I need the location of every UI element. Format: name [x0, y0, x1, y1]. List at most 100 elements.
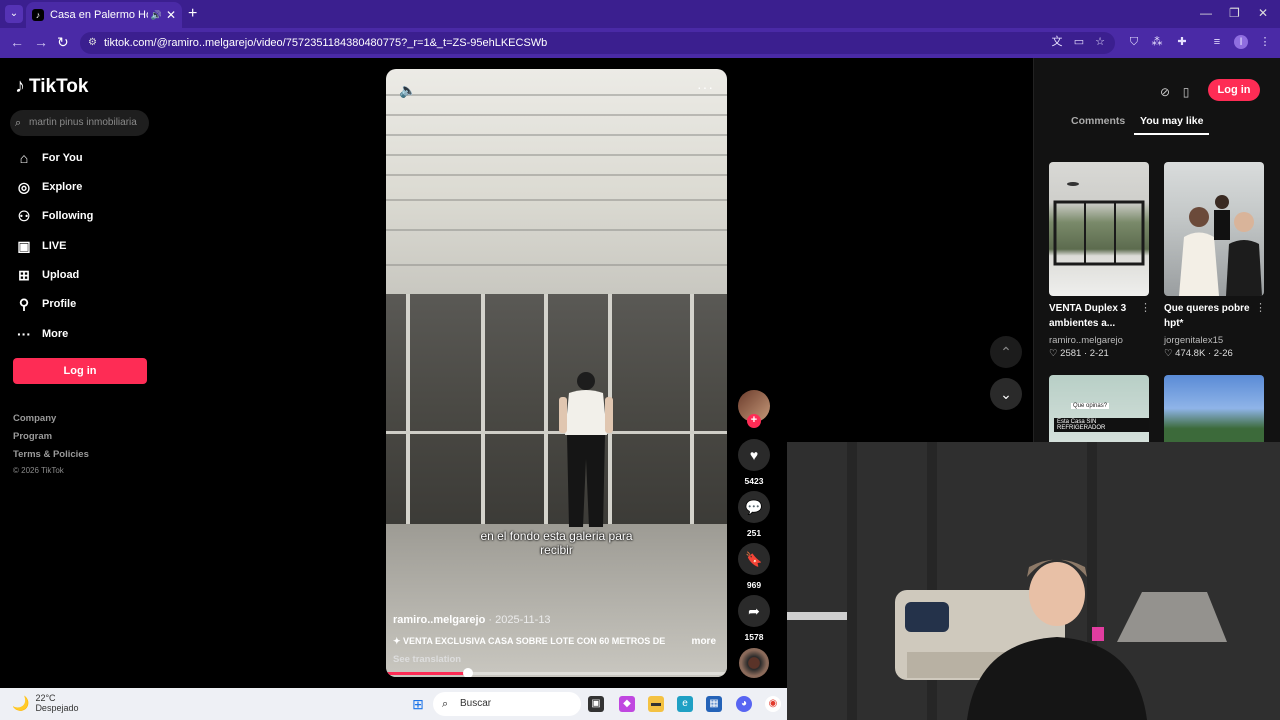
forward-icon[interactable]: → [34, 34, 48, 50]
search-icon: ⌕ [15, 117, 22, 129]
heart-outline-icon: ♡ [1049, 348, 1058, 359]
video-progress-fill [386, 672, 468, 675]
comment-button[interactable]: 💬 [738, 491, 770, 523]
save-button[interactable]: 🔖 [738, 543, 770, 575]
panel-login-button[interactable]: Log in [1208, 79, 1260, 101]
card-menu-icon[interactable]: ⋮ [1255, 301, 1266, 314]
video-author-line: ramiro..melgarejo · 2025-11-13 [393, 614, 551, 626]
see-translation-link[interactable]: See translation [393, 654, 461, 665]
browser-tab[interactable]: ♪ Casa en Palermo Hollywood 🔊 ✕ [26, 2, 182, 28]
tab-close-icon[interactable]: ✕ [166, 8, 176, 22]
recommended-video-author[interactable]: jorgenitalex15 [1164, 335, 1223, 346]
next-video-button[interactable]: ⌄ [990, 378, 1022, 410]
tiktok-favicon-icon: ♪ [32, 9, 44, 21]
profile-avatar-icon[interactable]: I [1234, 35, 1248, 49]
task-view-icon[interactable]: ▣ [588, 696, 604, 712]
nav-following[interactable]: ⚇ Following [15, 207, 94, 225]
recommended-video-thumbnail[interactable] [1164, 162, 1264, 296]
search-input[interactable]: ⌕ martin pinus inmobiliaria [10, 110, 149, 136]
close-window-icon[interactable]: ✕ [1258, 6, 1268, 20]
reload-icon[interactable]: ↻ [57, 34, 69, 51]
video-author[interactable]: ramiro..melgarejo [393, 614, 485, 626]
windows-start-icon[interactable]: ⊞ [410, 696, 426, 712]
share-button[interactable]: ➦ [738, 595, 770, 627]
search-placeholder: martin pinus inmobiliaria [29, 117, 137, 128]
webcam-overlay [787, 442, 1280, 720]
cast-icon[interactable]: ▭ [1072, 35, 1086, 49]
ceiling-slat [386, 264, 727, 266]
chrome-icon[interactable]: ◉ [765, 696, 781, 712]
follow-plus-icon[interactable]: + [747, 414, 761, 428]
nav-profile[interactable]: ⚲ Profile [15, 295, 76, 313]
discord-icon[interactable]: ◕ [736, 696, 752, 712]
webcam-scene [787, 442, 1280, 720]
like-button[interactable]: ♥ [738, 439, 770, 471]
tab-comments[interactable]: Comments [1071, 115, 1125, 127]
volume-icon[interactable]: 🔈 [399, 82, 416, 99]
card-likes: 474.8K [1175, 348, 1206, 359]
file-explorer-icon[interactable]: ▬ [648, 696, 664, 712]
video-date: · 2025-11-13 [485, 614, 551, 626]
recommended-video-thumbnail[interactable]: Que opinas? Esta Casa SIN REFRIGERADOR [1049, 375, 1149, 442]
recommended-video-stats: ♡ 2581 · 2-21 [1049, 348, 1109, 359]
video-progress-handle[interactable] [462, 668, 473, 677]
nav-more[interactable]: ··· More [15, 325, 68, 343]
tab-search-icon[interactable]: ⌄ [5, 5, 23, 23]
taskbar-search-input[interactable]: ⌕ Buscar [433, 692, 581, 716]
coin-icon[interactable]: ⊘ [1155, 82, 1175, 102]
compass-icon: ◎ [17, 178, 31, 195]
footer-link-program[interactable]: Program [13, 431, 52, 442]
nav-live[interactable]: ▣ LIVE [15, 237, 66, 255]
site-info-icon[interactable]: ⚙ [88, 32, 97, 54]
recommended-video-title[interactable]: VENTA Duplex 3 ambientes a... [1049, 301, 1144, 331]
weather-widget[interactable]: 🌙 22°C Despejado [12, 693, 78, 713]
device-icon[interactable]: ▯ [1176, 82, 1196, 102]
nav-upload[interactable]: ⊞ Upload [15, 266, 79, 284]
heart-outline-icon: ♡ [1164, 348, 1173, 359]
tiktok-logo[interactable]: ♪ TikTok [15, 75, 88, 98]
translate-icon[interactable]: 文 [1050, 35, 1064, 49]
description-more-button[interactable]: more [692, 636, 716, 647]
previous-video-button[interactable]: ⌃ [990, 336, 1022, 368]
person-icon: ⚲ [18, 295, 30, 312]
share-count: 1578 [744, 632, 764, 642]
nav-explore[interactable]: ◎ Explore [15, 178, 82, 196]
video-player[interactable]: en el fondo esta galeria para recibir 🔈 … [386, 69, 727, 677]
window-frame [544, 294, 548, 524]
recommended-video-title[interactable]: Que queres pobre hpt* [1164, 301, 1259, 331]
url-bar[interactable]: ⚙ tiktok.com/@ramiro..melgarejo/video/75… [80, 32, 1115, 54]
restore-icon[interactable]: ❐ [1229, 6, 1240, 20]
footer-link-terms[interactable]: Terms & Policies [13, 449, 89, 460]
media-icon[interactable]: ≡ [1210, 35, 1224, 49]
recommended-video-thumbnail[interactable] [1049, 162, 1149, 296]
url-text: tiktok.com/@ramiro..melgarejo/video/7572… [104, 37, 548, 49]
menu-icon[interactable]: ⋮ [1258, 35, 1272, 49]
video-more-icon[interactable]: ··· [697, 79, 714, 95]
store-icon[interactable]: ▦ [706, 696, 722, 712]
ceiling-slat [386, 229, 727, 231]
footer-link-company[interactable]: Company [13, 413, 56, 424]
weather-text: 22°C Despejado [35, 693, 78, 713]
login-button[interactable]: Log in [13, 358, 147, 384]
tab-you-may-like[interactable]: You may like [1140, 115, 1203, 127]
copilot-icon[interactable]: ◆ [619, 696, 635, 712]
bookmark-star-icon[interactable]: ☆ [1093, 35, 1107, 49]
minimize-icon[interactable]: — [1200, 6, 1212, 20]
music-disc-avatar[interactable] [739, 648, 769, 678]
back-icon[interactable]: ← [10, 34, 24, 50]
recommended-video-author[interactable]: ramiro..melgarejo [1049, 335, 1123, 346]
nav-for-you[interactable]: ⌂ For You [15, 149, 83, 167]
ceiling-slat [386, 199, 727, 201]
card-menu-icon[interactable]: ⋮ [1140, 301, 1151, 314]
extension-icon[interactable]: ⁂ [1150, 35, 1164, 49]
thumbnail-caption: Esta Casa SIN REFRIGERADOR [1054, 418, 1149, 432]
puzzle-icon[interactable]: ✚ [1175, 35, 1189, 49]
video-progress-bar[interactable] [386, 668, 727, 677]
edge-browser-icon[interactable]: e [677, 696, 693, 712]
thumbnail-overlay-text: Que opinas? [1071, 403, 1110, 409]
new-tab-icon[interactable]: + [188, 5, 197, 23]
nav-label: Upload [42, 269, 80, 281]
subtitle-line: recibir [540, 543, 573, 557]
extension-shield-icon[interactable]: ⛉ [1127, 35, 1141, 49]
recommended-video-thumbnail[interactable] [1164, 375, 1264, 442]
